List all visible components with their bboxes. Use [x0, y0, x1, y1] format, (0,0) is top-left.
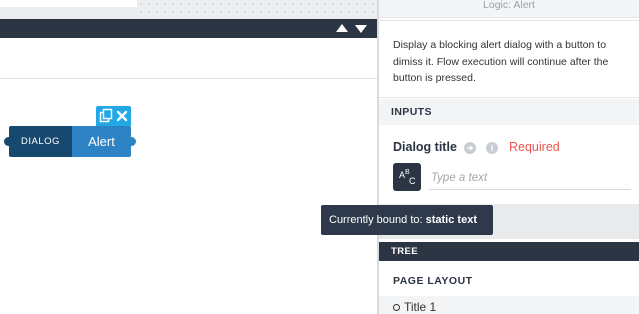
inputs-section-heading: INPUTS: [379, 99, 639, 125]
canvas-top-strip: [0, 0, 377, 19]
canvas-tab-edge: [0, 0, 137, 7]
node-actions: [96, 106, 131, 126]
divider-line: [379, 97, 639, 98]
binding-tooltip: Currently bound to: static text: [321, 205, 493, 235]
dialog-alert-node[interactable]: DIALOG Alert: [4, 126, 136, 157]
node-type-tag: DIALOG: [9, 126, 72, 157]
tooltip-prefix: Currently bound to:: [329, 214, 426, 226]
panel-title: Logic: Alert: [379, 0, 639, 18]
logic-description: Display a blocking alert dialog with a b…: [393, 39, 609, 84]
tooltip-value: static text: [425, 214, 477, 226]
divider-line: [379, 20, 639, 21]
node-output-port[interactable]: [127, 137, 136, 146]
dialog-title-label: Dialog title: [393, 140, 457, 154]
page-layout-heading: PAGE LAYOUT: [393, 275, 473, 287]
type-icon-letter-b: B: [405, 169, 410, 176]
tree-section-heading: TREE: [379, 242, 639, 261]
arrow-up-icon[interactable]: [336, 24, 348, 32]
close-icon[interactable]: [114, 108, 130, 124]
node-name: Alert: [72, 126, 131, 157]
tree-bullet-icon: [393, 304, 400, 311]
copy-icon[interactable]: [98, 108, 114, 124]
flow-canvas[interactable]: DIALOG Alert: [0, 0, 377, 314]
canvas-toolbar: [0, 38, 377, 79]
link-icon[interactable]: [464, 142, 476, 154]
properties-panel: Logic: Alert Display a blocking alert di…: [379, 0, 639, 314]
tree-item[interactable]: Title 1: [379, 296, 639, 314]
info-icon[interactable]: i: [486, 142, 498, 154]
canvas-header-bar: [0, 19, 377, 38]
text-type-icon[interactable]: A B C: [393, 163, 421, 191]
required-indicator: Required: [509, 140, 560, 154]
tree-item-label: Title 1: [404, 300, 437, 314]
dialog-title-input[interactable]: [429, 166, 631, 190]
arrow-down-icon[interactable]: [355, 25, 367, 33]
canvas-grid: [137, 0, 377, 19]
type-icon-letter-c: C: [409, 176, 416, 186]
